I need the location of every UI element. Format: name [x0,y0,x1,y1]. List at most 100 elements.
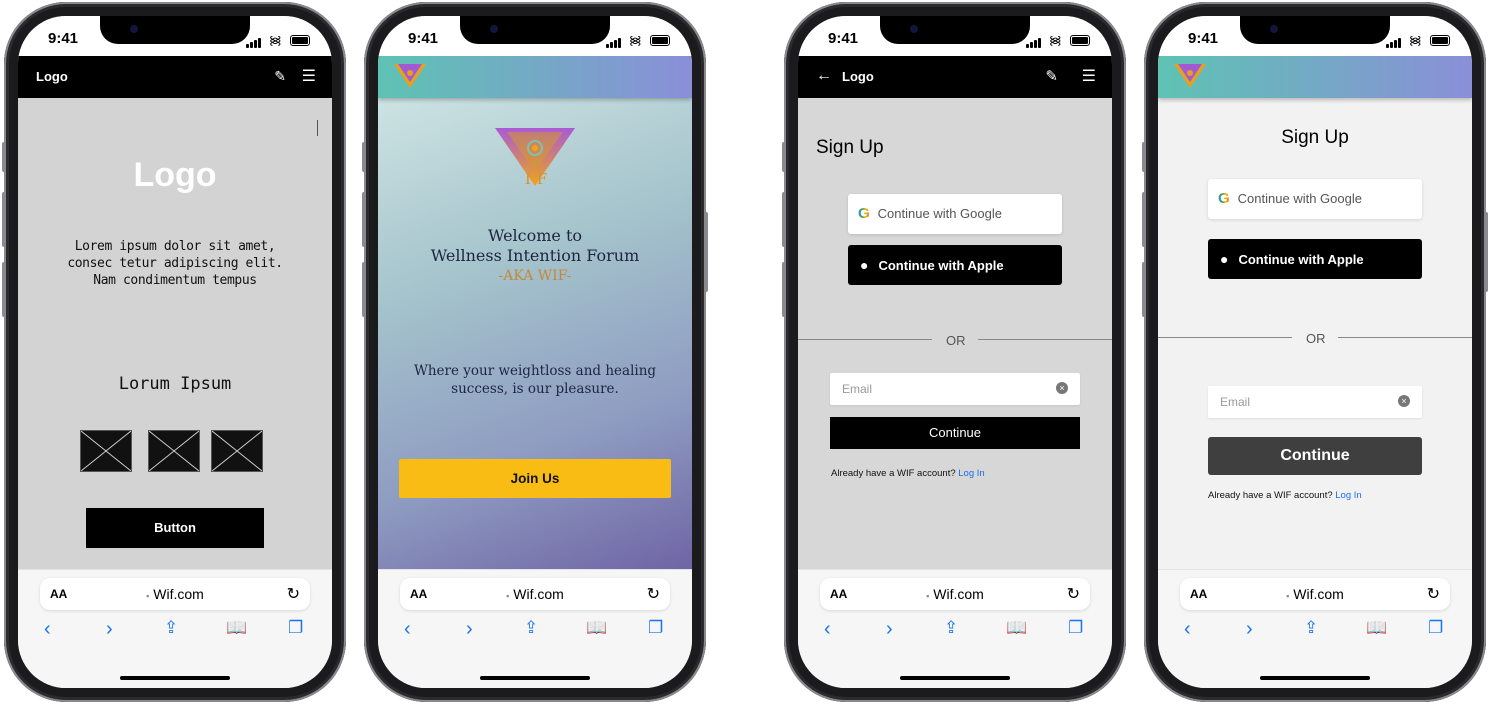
notch [1240,16,1390,44]
status-time: 9:41 [408,30,439,47]
wif-logo-icon[interactable] [1174,64,1206,90]
email-input[interactable]: Email × [1208,386,1422,418]
forward-icon[interactable]: › [1246,618,1253,641]
phone-side-button [362,262,366,317]
bookmarks-icon[interactable]: 📖 [1366,618,1387,638]
phone-side-button [1142,262,1146,317]
status-time: 9:41 [48,30,79,47]
tabs-icon[interactable]: ❐ [1428,618,1443,638]
address-bar[interactable]: AA ▪ Wif.com ↻ [820,578,1090,610]
phone-side-button [2,142,6,172]
wif-logo-icon[interactable] [394,64,426,90]
reload-icon[interactable]: ↻ [1427,584,1440,604]
share-icon[interactable]: ⇪ [1304,618,1318,638]
safari-toolbar: AA ▪ Wif.com ↻ ‹ › ⇪ 📖 ❐ [378,569,692,688]
forward-icon[interactable]: › [106,618,113,641]
notch [880,16,1030,44]
google-signin-button[interactable]: G Continue with Google [1208,179,1422,219]
tabs-icon[interactable]: ❐ [288,618,303,638]
tabs-icon[interactable]: ❐ [1068,618,1083,638]
apple-signin-button[interactable]: ● Continue with Apple [1208,239,1422,279]
tagline-line: Where your weightloss and healing [413,363,657,379]
google-signin-button[interactable]: G Continue with Google [848,194,1062,234]
status-icons: ᯼ [246,31,310,48]
compose-icon[interactable]: ✎ [274,68,286,85]
share-icon[interactable]: ⇪ [524,618,538,638]
login-link[interactable]: Log In [958,468,984,479]
or-divider: OR [1306,331,1326,346]
join-us-button[interactable]: Join Us [399,459,671,498]
phone-side-button [362,142,366,172]
phone-side-button [704,212,708,292]
bookmarks-icon[interactable]: 📖 [1006,618,1027,638]
phone-side-button [782,142,786,172]
nav-logo[interactable]: Logo [36,69,68,84]
reload-icon[interactable]: ↻ [287,584,300,604]
status-time: 9:41 [1188,30,1219,47]
phone-side-button [2,192,6,247]
phone-frame-1: 9:41 ᯼ Logo ✎ ☰ Logo Lorem ipsum dolor s… [2,2,346,702]
lorem-line: Nam condimentum tempus [93,273,257,288]
share-icon[interactable]: ⇪ [164,618,178,638]
phone-side-button [362,192,366,247]
logo-letters: IF [524,170,554,188]
nav-logo[interactable]: Logo [842,69,874,84]
safari-toolbar: AA ▪ Wif.com ↻ ‹ › ⇪ 📖 ❐ [798,569,1112,688]
back-icon[interactable]: ‹ [404,618,411,641]
menu-icon[interactable]: ☰ [302,66,316,86]
back-icon[interactable]: ‹ [1184,618,1191,641]
share-icon[interactable]: ⇪ [944,618,958,638]
reload-icon[interactable]: ↻ [647,584,660,604]
email-placeholder: Email [1220,395,1251,409]
reload-icon[interactable]: ↻ [1067,584,1080,604]
phone-side-button [782,192,786,247]
primary-button[interactable]: Button [86,508,264,548]
image-placeholder-icon [80,430,132,472]
menu-icon[interactable]: ☰ [1082,66,1096,86]
nav-bar: ← Logo ✎ ☰ [798,56,1112,98]
safari-toolbar: AA ▪ Wif.com ↻ ‹ › ⇪ 📖 ❐ [1158,569,1472,688]
hero-logo: Logo [133,156,217,194]
email-input[interactable]: Email × [830,373,1080,405]
status-time: 9:41 [828,30,859,47]
address-bar[interactable]: AA ▪ Wif.com ↻ [40,578,310,610]
status-icons: ᯼ [1026,31,1090,48]
apple-signin-button[interactable]: ● Continue with Apple [848,245,1062,285]
google-button-label: Continue with Google [1237,191,1362,206]
phone-screen: 9:41 ᯼ Sign Up G Continue with Google ● Co… [1158,16,1472,688]
divider-line [798,339,932,340]
bookmarks-icon[interactable]: 📖 [226,618,247,638]
forward-icon[interactable]: › [466,618,473,641]
back-arrow-icon[interactable]: ← [816,67,832,85]
url-display: ▪ Wif.com [1180,586,1450,602]
clear-icon[interactable]: × [1056,382,1068,394]
lock-icon: ▪ [506,591,510,601]
back-icon[interactable]: ‹ [824,618,831,641]
pencil-icon[interactable]: ✎ [1045,67,1058,85]
address-bar[interactable]: AA ▪ Wif.com ↻ [400,578,670,610]
signal-icon [606,34,622,48]
forward-icon[interactable]: › [886,618,893,641]
tabs-icon[interactable]: ❐ [648,618,663,638]
home-indicator [1260,676,1370,680]
google-button-label: Continue with Google [877,206,1002,221]
address-bar[interactable]: AA ▪ Wif.com ↻ [1180,578,1450,610]
wifi-icon: ᯼ [268,33,283,47]
back-icon[interactable]: ‹ [44,618,51,641]
home-indicator [480,676,590,680]
wifi-icon: ᯼ [1048,33,1063,47]
section-subtitle: Lorum Ipsum [118,374,232,394]
clear-icon[interactable]: × [1398,395,1410,407]
bookmarks-icon[interactable]: 📖 [586,618,607,638]
or-divider: OR [946,333,966,348]
battery-icon [1070,35,1090,47]
continue-button[interactable]: Continue [1208,437,1422,475]
apple-button-label: Continue with Apple [878,258,1004,273]
welcome-heading: Welcome to Wellness Intention Forum -AKA… [378,226,692,286]
login-link[interactable]: Log In [1335,490,1361,501]
signup-content: Sign Up G Continue with Google ● Continue … [1158,98,1472,570]
forum-name: Wellness Intention Forum [430,246,640,265]
continue-button[interactable]: Continue [830,417,1080,449]
apple-icon: ● [860,257,869,273]
status-icons: ᯼ [606,31,670,48]
